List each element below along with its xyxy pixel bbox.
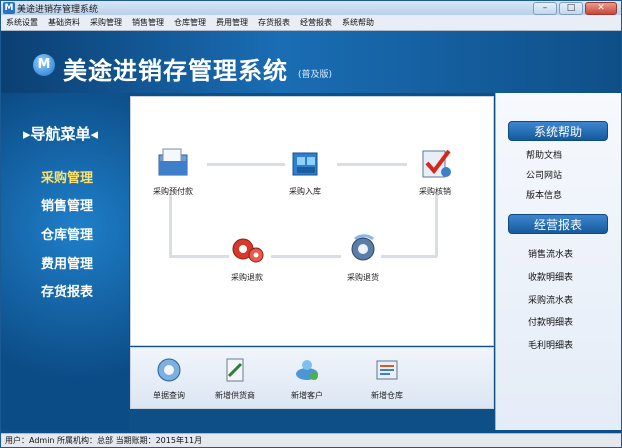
right-sidebar: 系统帮助 帮助文档 公司网站 版本信息 经营报表 销售流水表 收款明细表 采购流… [495, 93, 621, 430]
flow-verify-label: 采购核销 [419, 187, 451, 196]
menu-basic-data[interactable]: 基础资料 [43, 17, 85, 28]
menu-warehouse[interactable]: 仓库管理 [169, 17, 211, 28]
link-help-docs[interactable]: 帮助文档 [526, 148, 562, 161]
menu-help[interactable]: 系统帮助 [337, 17, 379, 28]
warehouse-list-icon [376, 360, 398, 380]
app-window: M 美途进销存管理系统 – □ ✕ 系统设置 基础资料 采购管理 销售管理 仓库… [0, 0, 622, 448]
flow-return-label: 采购退货 [347, 273, 379, 282]
link-company-site[interactable]: 公司网站 [526, 168, 562, 181]
nav-item-sales[interactable]: 销售管理 [41, 195, 93, 214]
nav-item-expenses[interactable]: 费用管理 [41, 253, 93, 272]
maximize-button[interactable]: □ [559, 2, 583, 15]
minimize-button[interactable]: – [533, 2, 557, 15]
purchase-flow-panel: 采购预付款 采购入库 采购核销 采购退款 采购退货 [130, 96, 494, 346]
menu-expenses[interactable]: 费用管理 [211, 17, 253, 28]
warehouse-box-icon [292, 152, 318, 176]
checkmark-icon [422, 149, 451, 178]
flow-arrow [435, 193, 438, 257]
quick-actions-bar: 单据查询 新增供货商 新增客户 新增仓库 [130, 347, 494, 409]
quick-document-query[interactable]: 单据查询 [139, 356, 199, 401]
quick-add-supplier[interactable]: 新增供货商 [205, 356, 265, 401]
link-sales-ledger[interactable]: 销售流水表 [528, 247, 573, 260]
help-section-title: 系统帮助 [508, 121, 608, 141]
menu-business-report[interactable]: 经营报表 [295, 17, 337, 28]
flow-stock-in[interactable]: 采购入库 [273, 145, 337, 197]
report-section-title: 经营报表 [508, 214, 608, 234]
quick-document-query-label: 单据查询 [153, 391, 185, 400]
blue-gear-icon [351, 234, 375, 261]
link-purchase-ledger[interactable]: 采购流水表 [528, 293, 573, 306]
flow-refund-label: 采购退款 [231, 273, 263, 282]
flow-return[interactable]: 采购退货 [331, 231, 395, 283]
window-controls: – □ ✕ [533, 2, 617, 15]
close-button[interactable]: ✕ [585, 2, 617, 15]
quick-add-customer[interactable]: 新增客户 [277, 356, 337, 401]
menu-inventory-report[interactable]: 存货报表 [253, 17, 295, 28]
red-gears-icon [232, 238, 264, 263]
title-bar: M 美途进销存管理系统 – □ ✕ [1, 1, 621, 15]
menu-sales[interactable]: 销售管理 [127, 17, 169, 28]
customer-icon [296, 360, 318, 380]
header-banner: M 美途进销存管理系统 (普及版) [1, 31, 621, 93]
quick-add-warehouse[interactable]: 新增仓库 [357, 356, 417, 401]
menu-bar: 系统设置 基础资料 采购管理 销售管理 仓库管理 费用管理 存货报表 经营报表 … [1, 15, 621, 31]
link-gross-profit-detail[interactable]: 毛利明细表 [528, 338, 573, 351]
flow-prepay[interactable]: 采购预付款 [141, 145, 205, 197]
window-title: 美途进销存管理系统 [17, 4, 99, 15]
flow-stock-in-label: 采购入库 [289, 187, 321, 196]
nav-item-purchase[interactable]: 采购管理 [41, 167, 93, 186]
nav-item-warehouse[interactable]: 仓库管理 [41, 224, 93, 243]
brand-logo-icon: M [33, 54, 55, 76]
nav-heading: ▸导航菜单◂ [23, 125, 99, 143]
flow-prepay-label: 采购预付款 [153, 187, 193, 196]
flow-arrow [337, 163, 407, 166]
flow-verify[interactable]: 采购核销 [403, 145, 467, 197]
edition-label: (普及版) [298, 70, 333, 80]
menu-purchase[interactable]: 采购管理 [85, 17, 127, 28]
link-payments-detail[interactable]: 付款明细表 [528, 315, 573, 328]
quick-add-supplier-label: 新增供货商 [215, 391, 255, 400]
flow-refund[interactable]: 采购退款 [215, 231, 279, 283]
link-version-info[interactable]: 版本信息 [526, 188, 562, 201]
app-logo-icon: M [3, 2, 15, 14]
menu-system-settings[interactable]: 系统设置 [1, 17, 43, 28]
app-title: 美途进销存管理系统 [63, 56, 288, 85]
nav-item-inventory-report[interactable]: 存货报表 [41, 281, 93, 300]
quick-add-warehouse-label: 新增仓库 [371, 391, 403, 400]
quick-add-customer-label: 新增客户 [291, 391, 323, 400]
compass-search-icon [157, 358, 181, 382]
link-receipts-detail[interactable]: 收款明细表 [528, 270, 573, 283]
nav-sidebar: ▸导航菜单◂ 采购管理 销售管理 仓库管理 费用管理 存货报表 [1, 93, 129, 430]
flow-arrow [169, 193, 172, 257]
status-bar: 用户：Admin 所属机构：总部 当期账期：2015年11月 [1, 433, 621, 447]
edit-document-icon [226, 358, 244, 382]
folder-doc-icon [158, 148, 188, 176]
